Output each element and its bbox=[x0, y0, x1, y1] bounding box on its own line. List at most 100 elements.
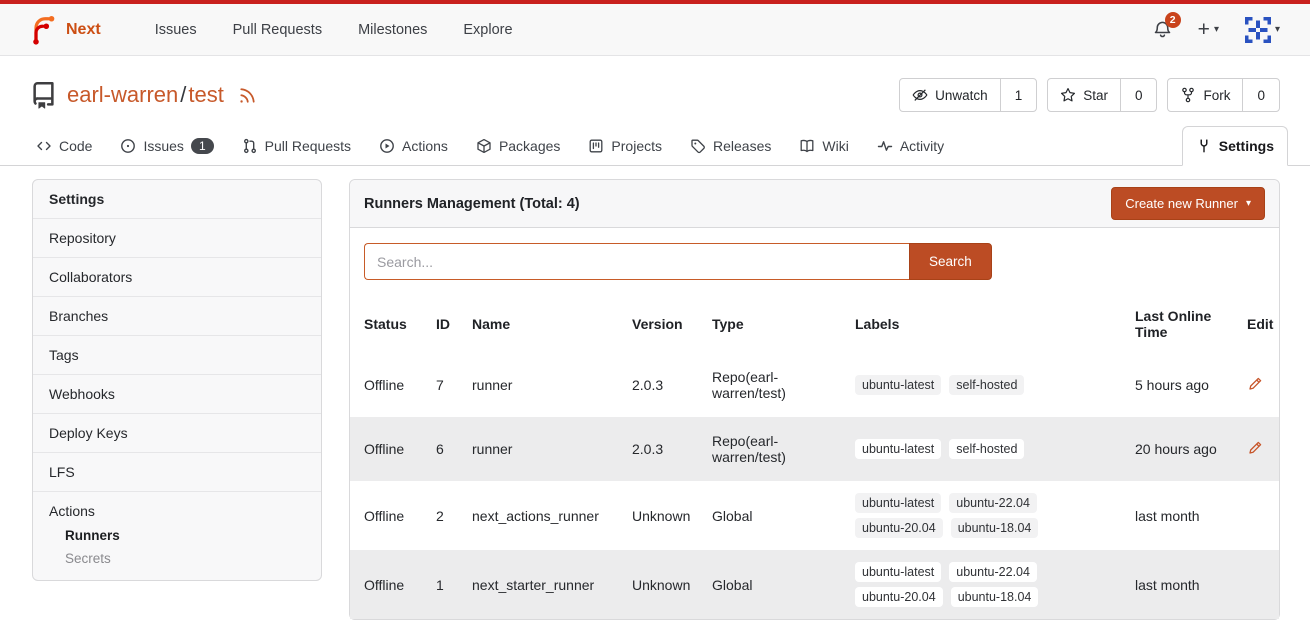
tab-issues[interactable]: Issues 1 bbox=[106, 126, 227, 166]
runner-label: ubuntu-18.04 bbox=[951, 518, 1039, 538]
sidebar-item-tags[interactable]: Tags bbox=[33, 335, 321, 374]
table-row: Offline 6 runner 2.0.3 Repo(earl-warren/… bbox=[350, 417, 1279, 481]
tab-releases[interactable]: Releases bbox=[676, 126, 785, 166]
runners-panel: Runners Management (Total: 4) Create new… bbox=[349, 179, 1280, 620]
watch-count[interactable]: 1 bbox=[1000, 79, 1037, 111]
runner-type: Repo(earl-warren/test) bbox=[704, 353, 847, 417]
sidebar-item-repository[interactable]: Repository bbox=[33, 218, 321, 257]
pencil-icon bbox=[1247, 440, 1263, 456]
runner-type: Repo(earl-warren/test) bbox=[704, 417, 847, 481]
col-version: Version bbox=[624, 295, 704, 353]
runner-id: 6 bbox=[428, 417, 464, 481]
tab-pull-requests[interactable]: Pull Requests bbox=[228, 126, 365, 166]
repo-book-icon bbox=[30, 82, 57, 109]
watch-button-group: Unwatch 1 bbox=[899, 78, 1037, 112]
table-row: Offline 2 next_actions_runner Unknown Gl… bbox=[350, 481, 1279, 550]
col-edit: Edit bbox=[1239, 295, 1279, 353]
fork-button-group: Fork 0 bbox=[1167, 78, 1280, 112]
nav-item-explore[interactable]: Explore bbox=[445, 12, 530, 48]
runner-status: Offline bbox=[350, 550, 428, 619]
home-link[interactable]: Next bbox=[30, 15, 101, 45]
sidebar-item-branches[interactable]: Branches bbox=[33, 296, 321, 335]
package-icon bbox=[476, 138, 492, 154]
search-row: Search bbox=[350, 228, 1279, 295]
runner-label: ubuntu-22.04 bbox=[949, 562, 1037, 582]
star-button-group: Star 0 bbox=[1047, 78, 1157, 112]
tab-settings[interactable]: Settings bbox=[1182, 126, 1288, 166]
create-menu-button[interactable]: + ▾ bbox=[1198, 19, 1219, 40]
sidebar-item-deploy-keys[interactable]: Deploy Keys bbox=[33, 413, 321, 452]
col-last-online: Last Online Time bbox=[1127, 295, 1239, 353]
runners-table: Status ID Name Version Type Labels Last … bbox=[350, 295, 1279, 619]
runner-name: runner bbox=[464, 417, 624, 481]
create-new-runner-button[interactable]: Create new Runner ▾ bbox=[1111, 187, 1265, 220]
pull-request-icon bbox=[242, 138, 258, 154]
settings-sidebar: Settings Repository Collaborators Branch… bbox=[32, 179, 322, 581]
sidebar-item-runners[interactable]: Runners bbox=[65, 528, 305, 543]
play-circle-icon bbox=[379, 138, 395, 154]
col-type: Type bbox=[704, 295, 847, 353]
search-input[interactable] bbox=[364, 243, 909, 280]
runner-status: Offline bbox=[350, 353, 428, 417]
runner-last-online: 20 hours ago bbox=[1127, 417, 1239, 481]
star-button[interactable]: Star bbox=[1048, 79, 1120, 111]
sidebar-item-secrets[interactable]: Secrets bbox=[65, 551, 305, 566]
tab-projects[interactable]: Projects bbox=[574, 126, 676, 166]
tab-packages[interactable]: Packages bbox=[462, 126, 574, 166]
rss-icon[interactable] bbox=[238, 86, 257, 105]
col-id: ID bbox=[428, 295, 464, 353]
star-count[interactable]: 0 bbox=[1120, 79, 1157, 111]
navbar-links: Issues Pull Requests Milestones Explore bbox=[137, 12, 531, 48]
runner-name: next_actions_runner bbox=[464, 481, 624, 550]
sidebar-item-actions[interactable]: Actions bbox=[49, 503, 305, 519]
runner-version: 2.0.3 bbox=[624, 353, 704, 417]
runner-name: next_starter_runner bbox=[464, 550, 624, 619]
search-button[interactable]: Search bbox=[909, 243, 992, 280]
table-row: Offline 1 next_starter_runner Unknown Gl… bbox=[350, 550, 1279, 619]
runner-last-online: 5 hours ago bbox=[1127, 353, 1239, 417]
fork-button[interactable]: Fork bbox=[1168, 79, 1242, 111]
repo-owner-link[interactable]: earl-warren bbox=[67, 82, 178, 107]
repo-name-link[interactable]: test bbox=[188, 82, 223, 107]
runner-label: ubuntu-18.04 bbox=[951, 587, 1039, 607]
sidebar-header-settings: Settings bbox=[33, 180, 321, 218]
sidebar-item-webhooks[interactable]: Webhooks bbox=[33, 374, 321, 413]
runner-id: 2 bbox=[428, 481, 464, 550]
runner-version: Unknown bbox=[624, 481, 704, 550]
runner-last-online: last month bbox=[1127, 550, 1239, 619]
runner-id: 1 bbox=[428, 550, 464, 619]
tab-actions[interactable]: Actions bbox=[365, 126, 462, 166]
pencil-icon bbox=[1247, 376, 1263, 392]
col-labels: Labels bbox=[847, 295, 1127, 353]
runner-type: Global bbox=[704, 550, 847, 619]
plus-icon: + bbox=[1198, 19, 1210, 40]
runner-label: ubuntu-22.04 bbox=[949, 493, 1037, 513]
nav-item-pull-requests[interactable]: Pull Requests bbox=[215, 12, 340, 48]
edit-runner-button[interactable] bbox=[1247, 440, 1263, 456]
sidebar-item-collaborators[interactable]: Collaborators bbox=[33, 257, 321, 296]
notification-count-badge: 2 bbox=[1165, 12, 1181, 28]
table-row: Offline 7 runner 2.0.3 Repo(earl-warren/… bbox=[350, 353, 1279, 417]
notifications-button[interactable]: 2 bbox=[1153, 20, 1172, 39]
user-menu-button[interactable]: ▾ bbox=[1245, 17, 1280, 43]
caret-down-icon: ▾ bbox=[1214, 24, 1219, 35]
tab-wiki[interactable]: Wiki bbox=[785, 126, 862, 166]
star-icon bbox=[1060, 87, 1076, 103]
sidebar-item-lfs[interactable]: LFS bbox=[33, 452, 321, 491]
runner-label: self-hosted bbox=[949, 375, 1024, 395]
edit-runner-button[interactable] bbox=[1247, 376, 1263, 392]
runner-label: ubuntu-20.04 bbox=[855, 518, 943, 538]
panel-title: Runners Management (Total: 4) bbox=[364, 196, 580, 212]
fork-count[interactable]: 0 bbox=[1242, 79, 1279, 111]
nav-item-milestones[interactable]: Milestones bbox=[340, 12, 445, 48]
runner-label: ubuntu-latest bbox=[855, 562, 941, 582]
caret-down-icon: ▾ bbox=[1246, 198, 1251, 209]
tab-code[interactable]: Code bbox=[22, 126, 106, 166]
unwatch-button[interactable]: Unwatch bbox=[900, 79, 1000, 111]
panel-header: Runners Management (Total: 4) Create new… bbox=[350, 180, 1279, 228]
issues-count-badge: 1 bbox=[191, 138, 214, 154]
tab-activity[interactable]: Activity bbox=[863, 126, 958, 166]
nav-item-issues[interactable]: Issues bbox=[137, 12, 215, 48]
eye-slash-icon bbox=[912, 87, 928, 103]
runner-status: Offline bbox=[350, 481, 428, 550]
